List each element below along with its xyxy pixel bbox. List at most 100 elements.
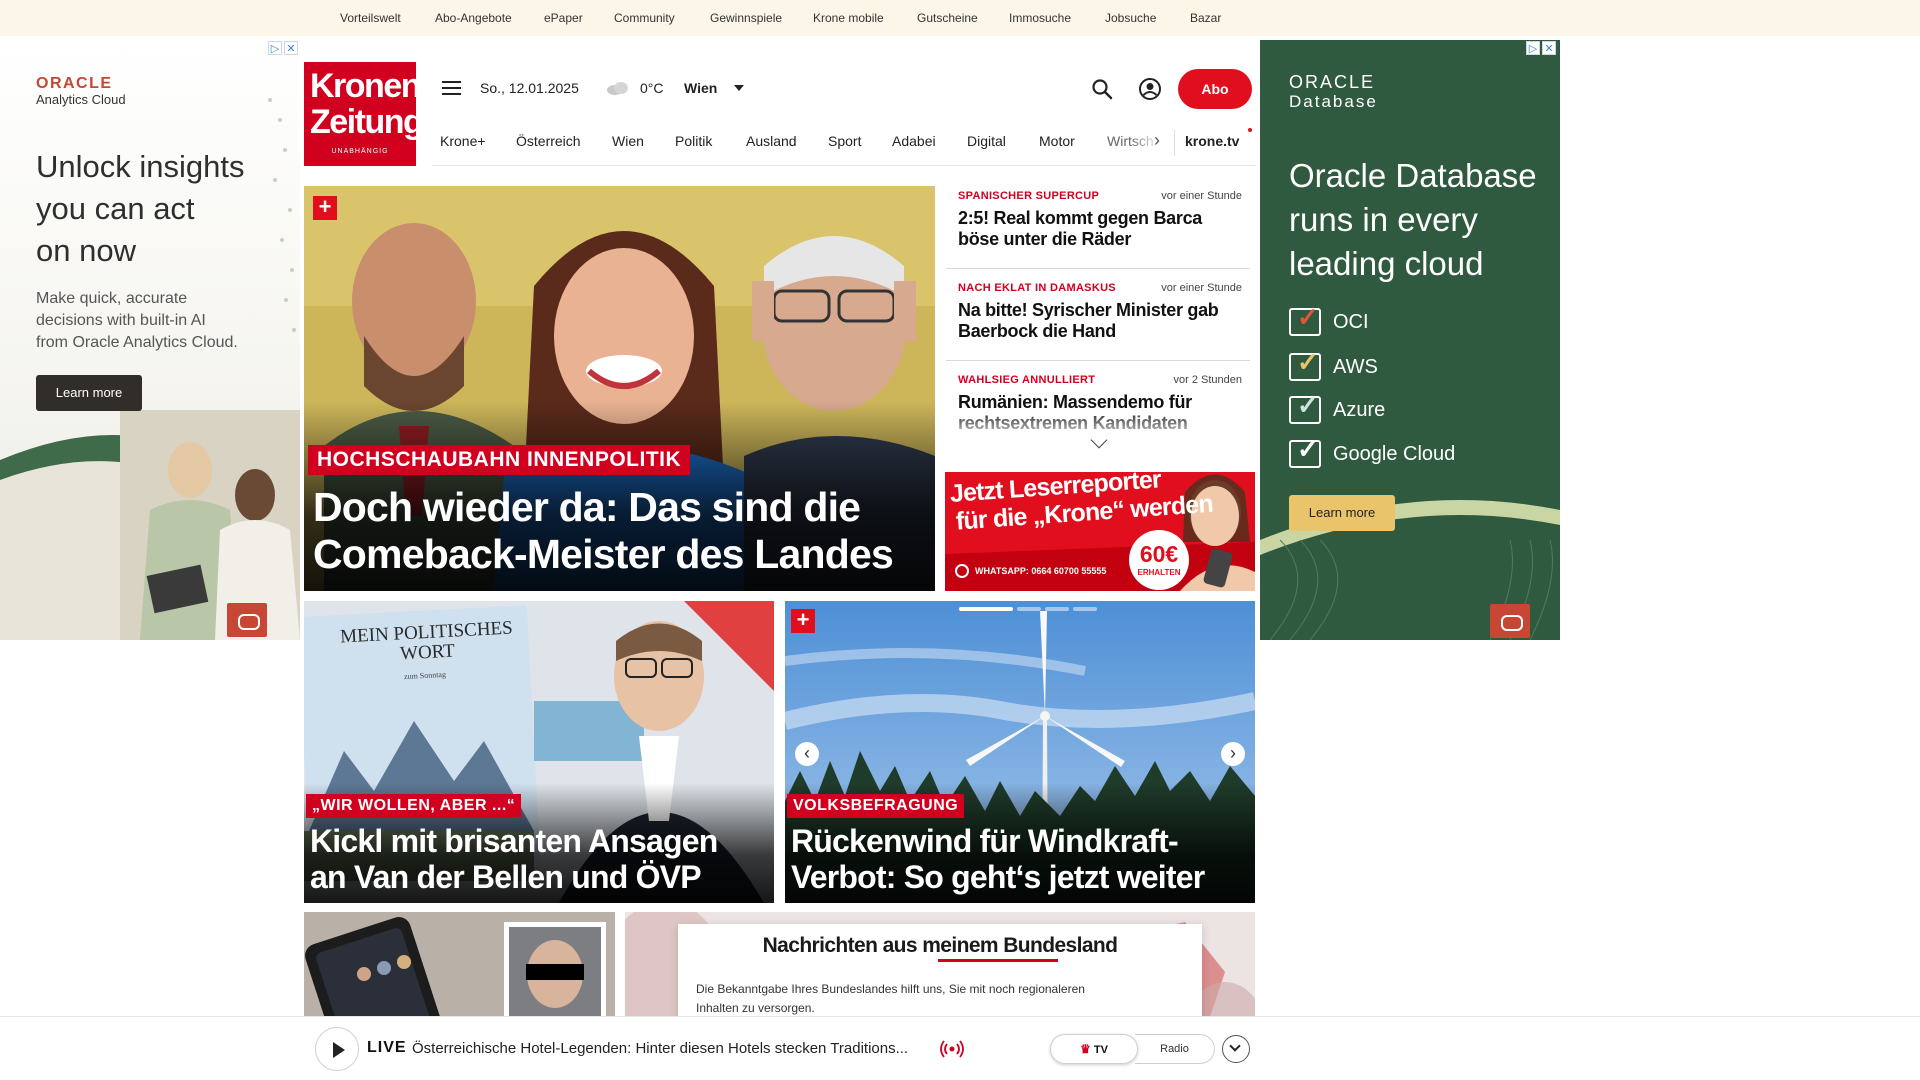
- topbar-link-gutscheine[interactable]: Gutscheine: [917, 11, 978, 25]
- play-button[interactable]: [315, 1027, 359, 1071]
- ad-info-icon[interactable]: ▷: [1526, 41, 1540, 55]
- current-date: So., 12.01.2025: [480, 80, 579, 96]
- ad-right-headline-line: Oracle Database: [1289, 157, 1537, 194]
- logo-line-2: Zeitung: [310, 103, 424, 141]
- chevron-down-icon: [1229, 1040, 1241, 1052]
- ad-left-body-line: decisions with built-in AI: [36, 312, 206, 329]
- story-headline-line: Kickl mit brisanten Ansagen: [310, 823, 718, 859]
- nav-item-adabei[interactable]: Adabei: [892, 133, 936, 149]
- ad-right-background-graphic: [1260, 500, 1560, 640]
- nav-scroll-right-icon[interactable]: ›: [1154, 130, 1160, 151]
- ad-left-brand: ORACLE: [36, 75, 113, 92]
- topbar-link-gewinnspiele[interactable]: Gewinnspiele: [710, 11, 782, 25]
- ad-close-icon[interactable]: ✕: [284, 41, 298, 55]
- topbar-link-epaper[interactable]: ePaper: [544, 11, 583, 25]
- checkbox-icon: ✓: [1289, 434, 1321, 468]
- ad-right-headline: Oracle Database runs in every leading cl…: [1289, 154, 1537, 286]
- ticker-divider: [946, 268, 1250, 269]
- kronen-zeitung-logo[interactable]: Kronen Zeitung UNABHÄNGIG: [304, 62, 424, 166]
- checkbox-icon: ✓: [1289, 302, 1321, 336]
- ad-right-check-item: AWS: [1333, 356, 1378, 378]
- ad-right-check-item: OCI: [1333, 311, 1369, 333]
- topbar-link-immosuche[interactable]: Immosuche: [1009, 11, 1071, 25]
- carousel-prev-icon[interactable]: ‹: [795, 742, 819, 766]
- nav-item-krone-tv[interactable]: krone.tv: [1185, 133, 1239, 149]
- nav-item-ausland[interactable]: Ausland: [746, 133, 797, 149]
- hero-headline[interactable]: Doch wieder da: Das sind die Comeback-Me…: [313, 484, 894, 578]
- krone-plus-icon: +: [313, 196, 337, 220]
- tv-toggle[interactable]: ♛ TV: [1050, 1034, 1138, 1064]
- radio-toggle[interactable]: Radio: [1135, 1034, 1215, 1064]
- carousel-indicator[interactable]: [1017, 607, 1041, 611]
- story-kicker: „WIR WOLLEN, ABER ...“: [306, 794, 522, 818]
- carousel-indicator-active[interactable]: [959, 607, 1013, 611]
- nav-item-motor[interactable]: Motor: [1039, 133, 1075, 149]
- carousel-indicator[interactable]: [1073, 607, 1097, 611]
- story-headline-line: Rückenwind für Windkraft-: [791, 823, 1179, 859]
- ticker-item[interactable]: SPANISCHER SUPERCUP vor einer Stunde 2:5…: [946, 190, 1250, 262]
- nav-item-politik[interactable]: Politik: [675, 133, 712, 149]
- live-player-bar: LIVE Österreichische Hotel-Legenden: Hin…: [0, 1016, 1920, 1080]
- nav-item-digital[interactable]: Digital: [967, 133, 1006, 149]
- ad-oracle-database[interactable]: ▷ ✕ ORACLE Database Oracle Database runs…: [1260, 40, 1560, 640]
- ad-info-icon[interactable]: ▷: [268, 41, 282, 55]
- reporter-whatsapp: WHATSAPP: 0664 60700 55555: [975, 566, 1107, 576]
- nav-fade: [1130, 128, 1174, 158]
- ad-right-check-item: Google Cloud: [1333, 443, 1456, 465]
- ad-oracle-analytics[interactable]: ▷ ✕ ORACLE Analytics Cloud Unlock insigh…: [0, 40, 300, 640]
- ticker-kicker: SPANISCHER SUPERCUP: [958, 190, 1100, 202]
- nav-item-wien[interactable]: Wien: [612, 133, 644, 149]
- menu-icon[interactable]: [442, 80, 462, 96]
- nav-item-oesterreich[interactable]: Österreich: [516, 133, 581, 149]
- play-icon: [333, 1042, 345, 1058]
- search-icon[interactable]: [1091, 78, 1113, 100]
- krone-plus-icon: +: [791, 609, 815, 633]
- live-dot-icon: [1248, 128, 1252, 132]
- live-title[interactable]: Österreichische Hotel-Legenden: Hinter d…: [412, 1040, 908, 1057]
- ticker-divider: [946, 360, 1250, 361]
- bundesland-title-underline: [938, 959, 1058, 962]
- expand-player-button[interactable]: [1222, 1035, 1250, 1063]
- account-icon[interactable]: [1138, 77, 1162, 101]
- ad-left-headline-line: on now: [36, 233, 136, 268]
- ad-close-icon[interactable]: ✕: [1542, 41, 1556, 55]
- bundesland-body-line: Die Bekanntgabe Ihres Bundeslandes hilft…: [696, 982, 1085, 996]
- ad-left-learn-more-button[interactable]: Learn more: [36, 375, 142, 411]
- ad-left-headline-line: you can act: [36, 191, 195, 226]
- topbar-link-bazar[interactable]: Bazar: [1190, 11, 1221, 25]
- topbar-link-vorteilswelt[interactable]: Vorteilswelt: [340, 11, 401, 25]
- topbar-link-krone-mobile[interactable]: Krone mobile: [813, 11, 884, 25]
- ad-left-body-line: Make quick, accurate: [36, 290, 188, 307]
- nav-item-krone-plus[interactable]: Krone+: [440, 133, 486, 149]
- ad-right-learn-more-button[interactable]: Learn more: [1289, 495, 1395, 531]
- hero-kicker: HOCHSCHAUBAHN INNENPOLITIK: [308, 445, 691, 475]
- logo-line-1: Kronen: [310, 67, 422, 105]
- leserreporter-banner[interactable]: Jetzt Leserreporter für die „Krone“ werd…: [945, 472, 1255, 591]
- chevron-down-icon[interactable]: [734, 85, 744, 91]
- ticker-time: vor einer Stunde: [1161, 190, 1242, 202]
- ad-left-product: Analytics Cloud: [36, 92, 126, 107]
- topbar-link-community[interactable]: Community: [614, 11, 675, 25]
- hero-headline-line: Comeback-Meister des Landes: [313, 531, 894, 577]
- abo-button[interactable]: Abo: [1178, 69, 1252, 109]
- story-windkraft[interactable]: + ‹ › VOLKSBEFRAGUNG Rückenwind für Wind…: [785, 601, 1255, 903]
- story-kicker: VOLKSBEFRAGUNG: [787, 794, 965, 818]
- ticker-kicker: WAHLSIEG ANNULLIERT: [958, 374, 1096, 386]
- ticker-title: Na bitte! Syrischer Minister gab Baerboc…: [958, 300, 1219, 341]
- ticker-title: 2:5! Real kommt gegen Barca böse unter d…: [958, 208, 1202, 249]
- topbar-link-abo-angebote[interactable]: Abo-Angebote: [435, 11, 512, 25]
- location-select[interactable]: Wien: [684, 80, 717, 96]
- story-headline[interactable]: Kickl mit brisanten Ansagen an Van der B…: [310, 823, 718, 895]
- story-headline[interactable]: Rückenwind für Windkraft- Verbot: So geh…: [791, 823, 1205, 895]
- checkbox-icon: ✓: [1289, 390, 1321, 424]
- carousel-indicator[interactable]: [1045, 607, 1069, 611]
- ticker-time: vor einer Stunde: [1161, 282, 1242, 294]
- topbar-link-jobsuche[interactable]: Jobsuche: [1105, 11, 1156, 25]
- carousel-next-icon[interactable]: ›: [1221, 742, 1245, 766]
- checkbox-icon: ✓: [1289, 347, 1321, 381]
- hero-article[interactable]: + HOCHSCHAUBAHN INNENPOLITIK Doch wieder…: [304, 186, 935, 591]
- nav-item-sport[interactable]: Sport: [828, 133, 861, 149]
- ticker-item[interactable]: NACH EKLAT IN DAMASKUS vor einer Stunde …: [946, 282, 1250, 354]
- story-kickl[interactable]: MEIN POLITISCHES WORT zum Sonntag „WIR W…: [304, 601, 774, 903]
- crown-icon: ♛: [1080, 1042, 1091, 1056]
